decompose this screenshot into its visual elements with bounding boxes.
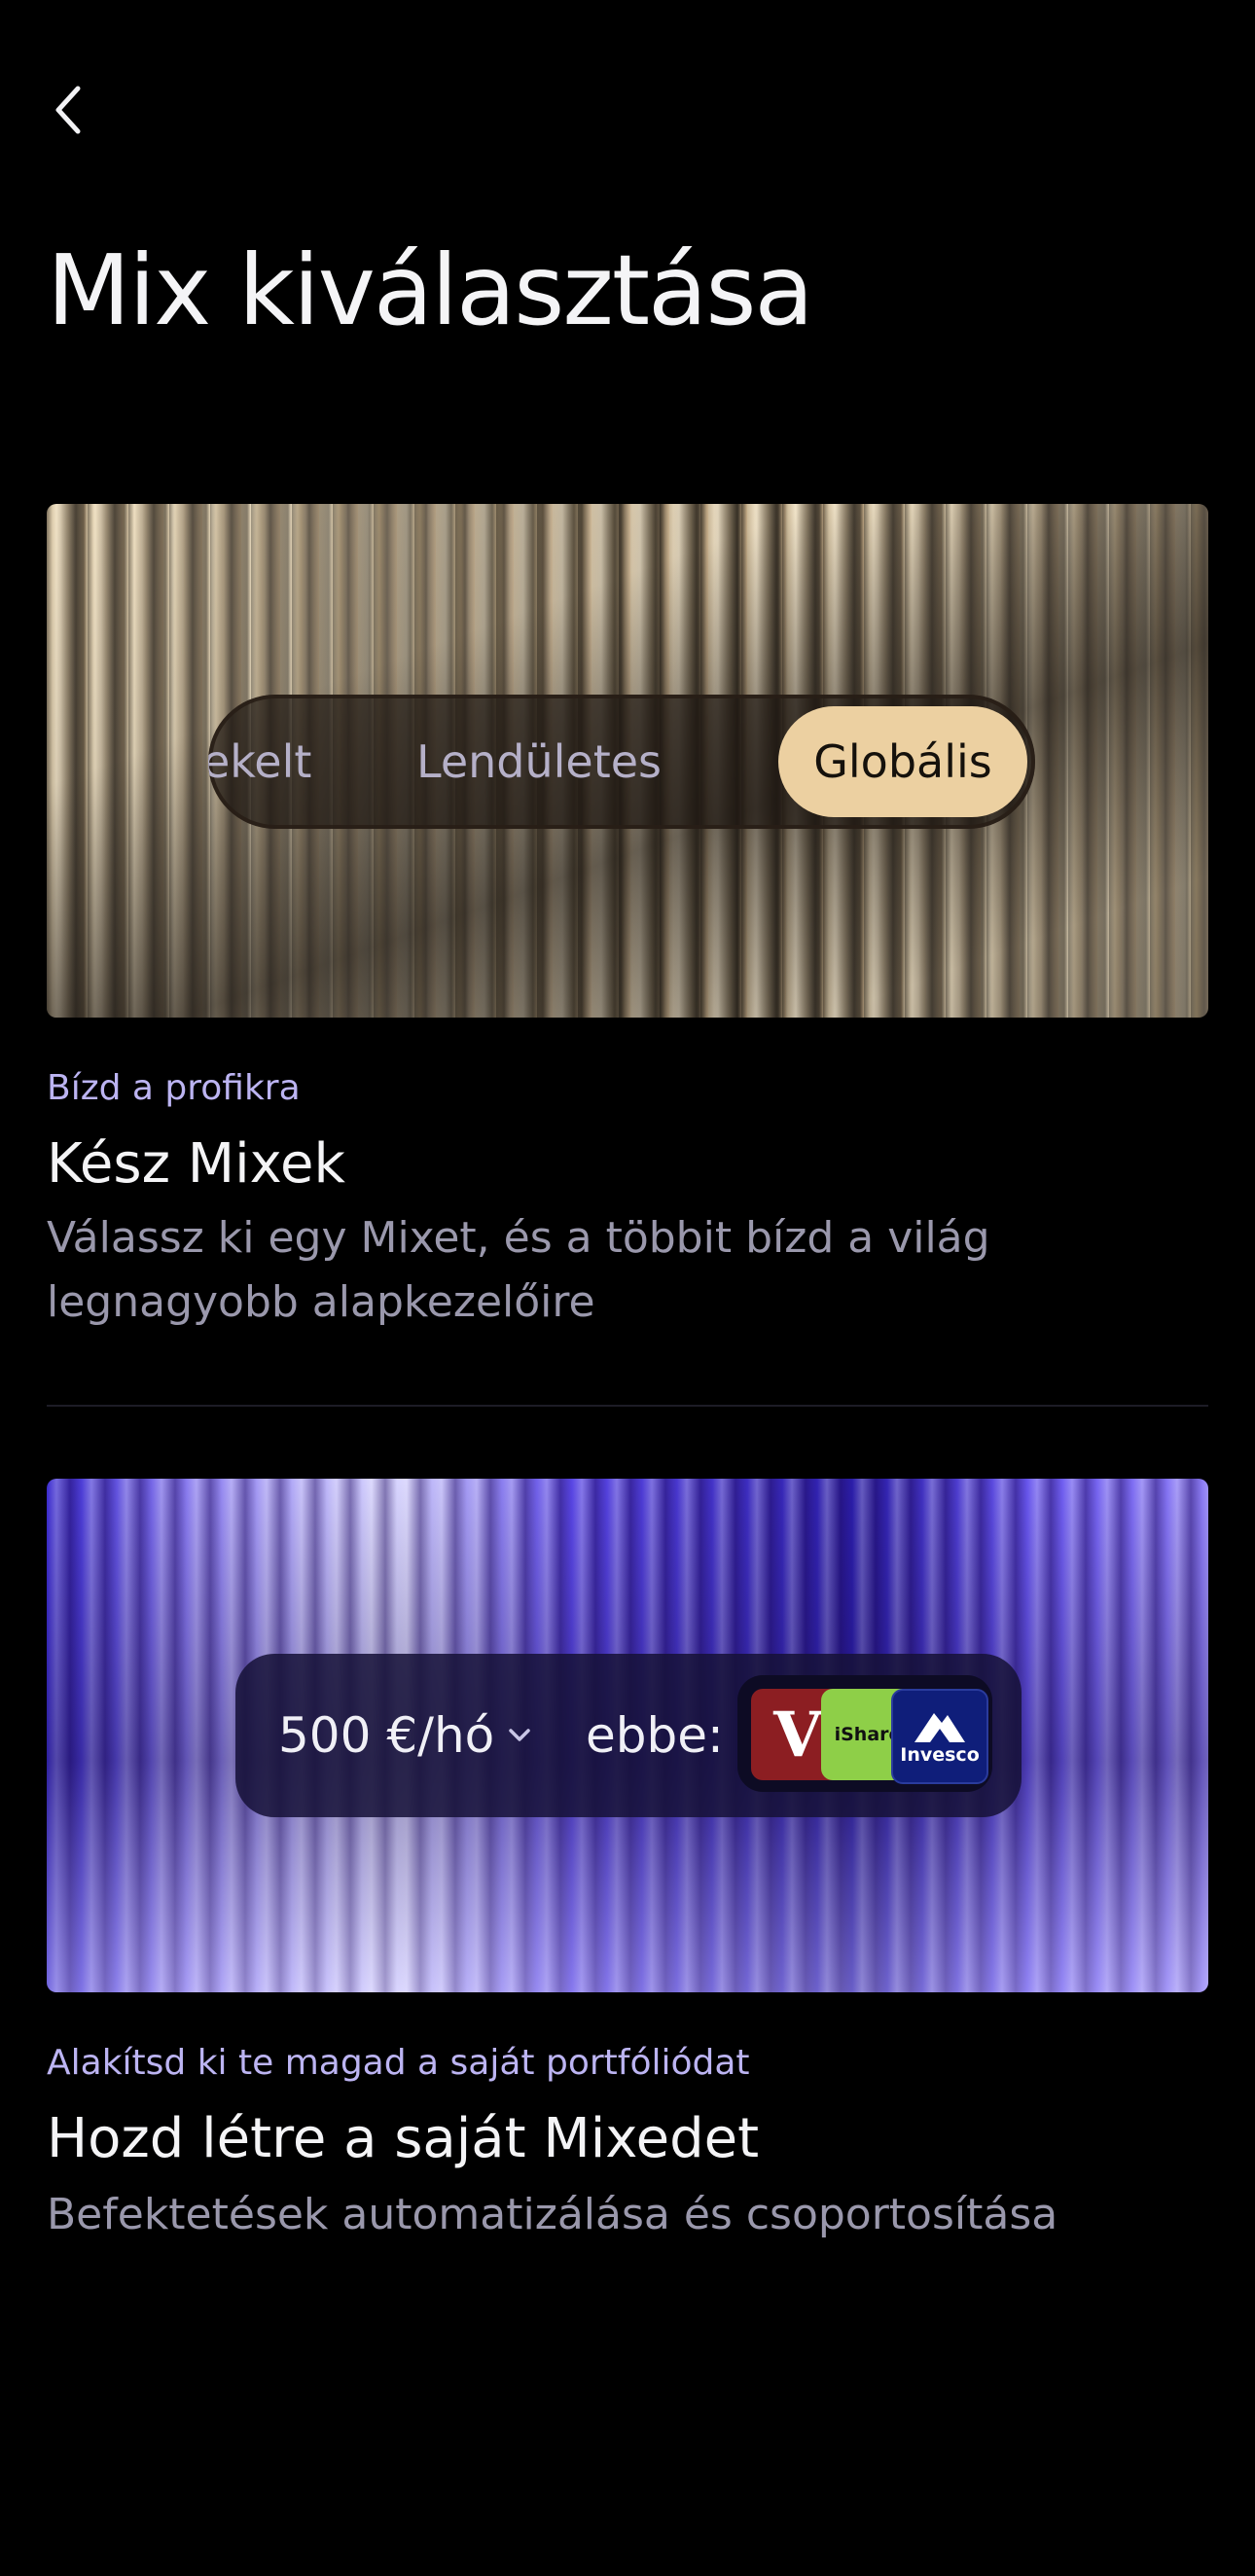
into-label: ebbe:	[586, 1707, 724, 1764]
amount-value: 500 €/hó	[278, 1707, 495, 1764]
ready-mix-description: Válassz ki egy Mixet, és a többit bízd a…	[47, 1213, 990, 1327]
custom-mix-heading[interactable]: Hozd létre a saját Mixedet	[47, 2107, 759, 2170]
fund-logos: V iShare Invesco	[737, 1675, 992, 1792]
section-divider	[47, 1405, 1208, 1407]
chevron-left-icon	[55, 86, 81, 134]
ready-mix-card[interactable]: ekelt Lendületes Globális	[47, 504, 1208, 1018]
ready-mix-eyebrow: Bízd a profikra	[47, 1068, 301, 1108]
segment-option-lenduletes[interactable]: Lendületes	[416, 695, 662, 829]
amount-selector[interactable]: 500 €/hó	[278, 1654, 531, 1817]
back-button[interactable]	[43, 80, 93, 140]
ready-mix-heading[interactable]: Kész Mixek	[47, 1132, 345, 1196]
custom-mix-description: Befektetések automatizálása és csoportos…	[47, 2190, 1058, 2239]
investment-summary-pill: 500 €/hó ebbe: V iShare Invesco	[235, 1654, 1022, 1817]
chevron-down-icon	[509, 1729, 531, 1741]
mountain-icon	[914, 1713, 965, 1742]
mix-type-segmented-control: ekelt Lendületes Globális	[208, 695, 1035, 829]
custom-mix-card[interactable]: 500 €/hó ebbe: V iShare Invesco	[47, 1479, 1208, 1992]
invesco-logo: Invesco	[891, 1689, 988, 1784]
custom-mix-eyebrow: Alakítsd ki te magad a saját portfólióda…	[47, 2043, 750, 2083]
segment-option-globalis[interactable]: Globális	[778, 706, 1027, 817]
page-title: Mix kiválasztása	[47, 233, 814, 347]
segment-option-partial[interactable]: ekelt	[208, 695, 311, 829]
